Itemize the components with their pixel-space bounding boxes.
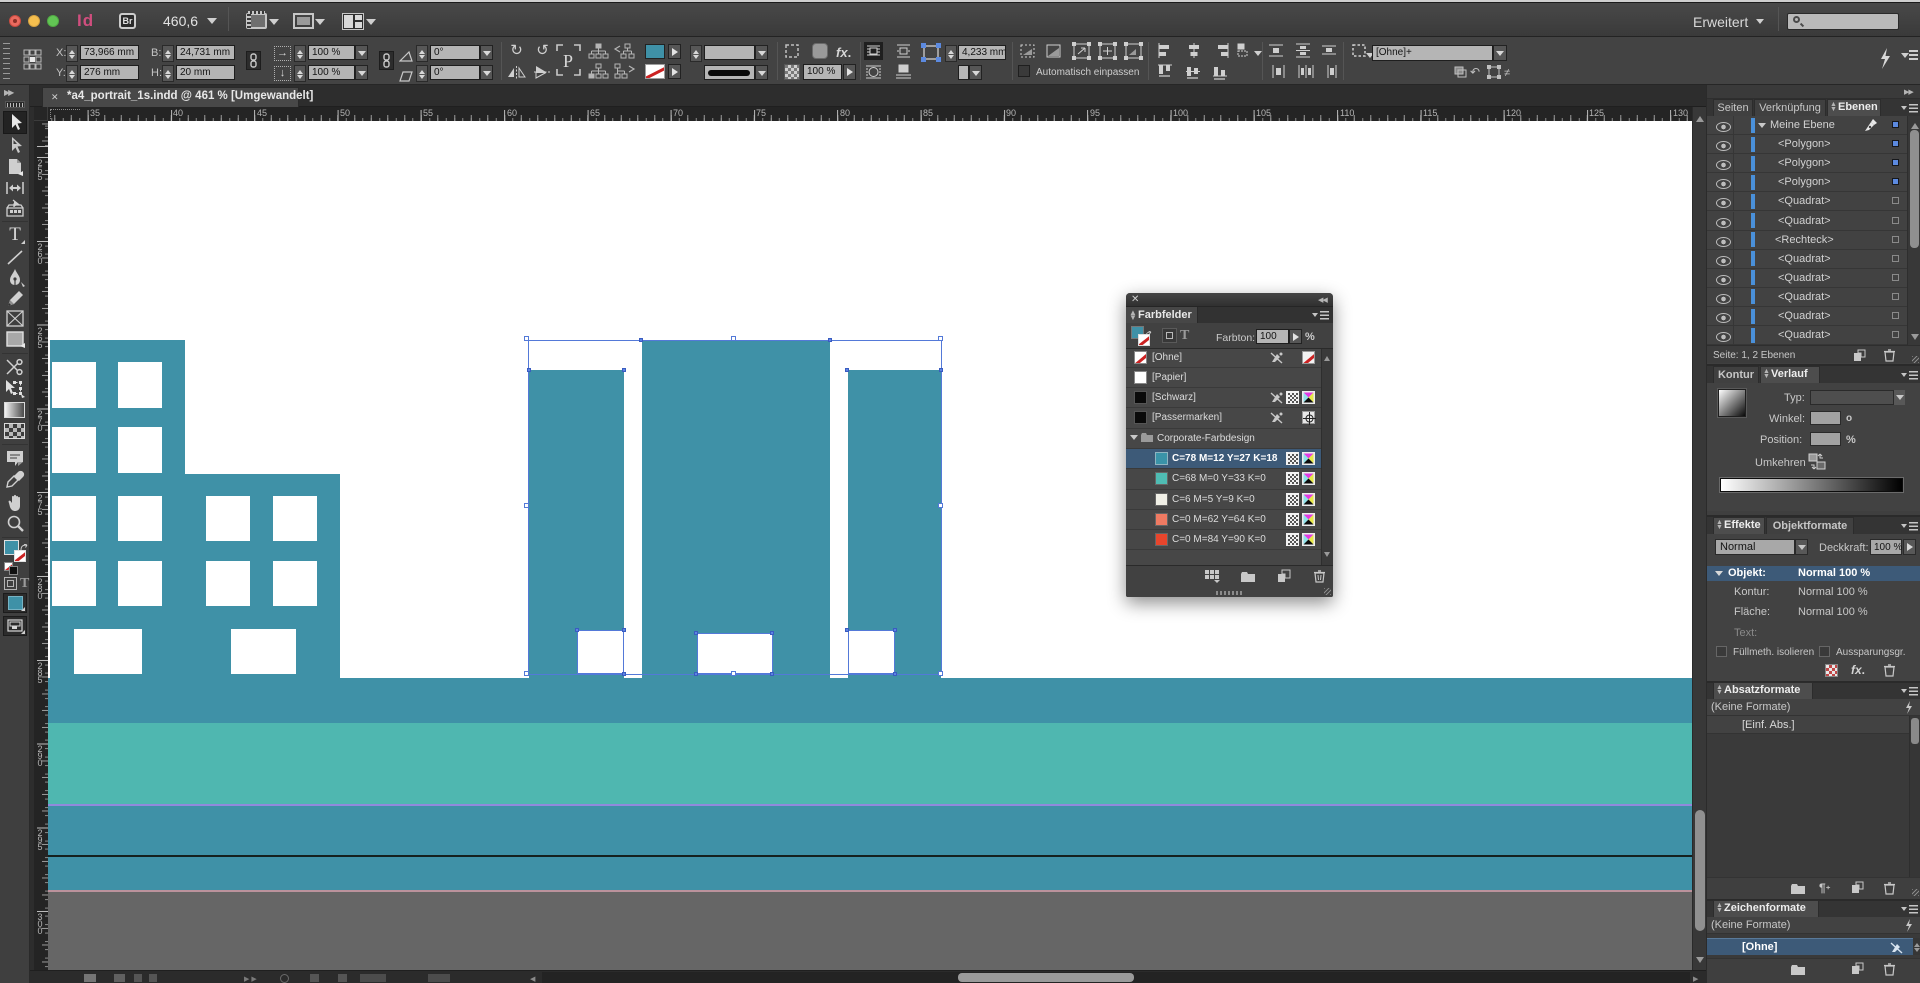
svg-text:P: P bbox=[563, 51, 573, 71]
